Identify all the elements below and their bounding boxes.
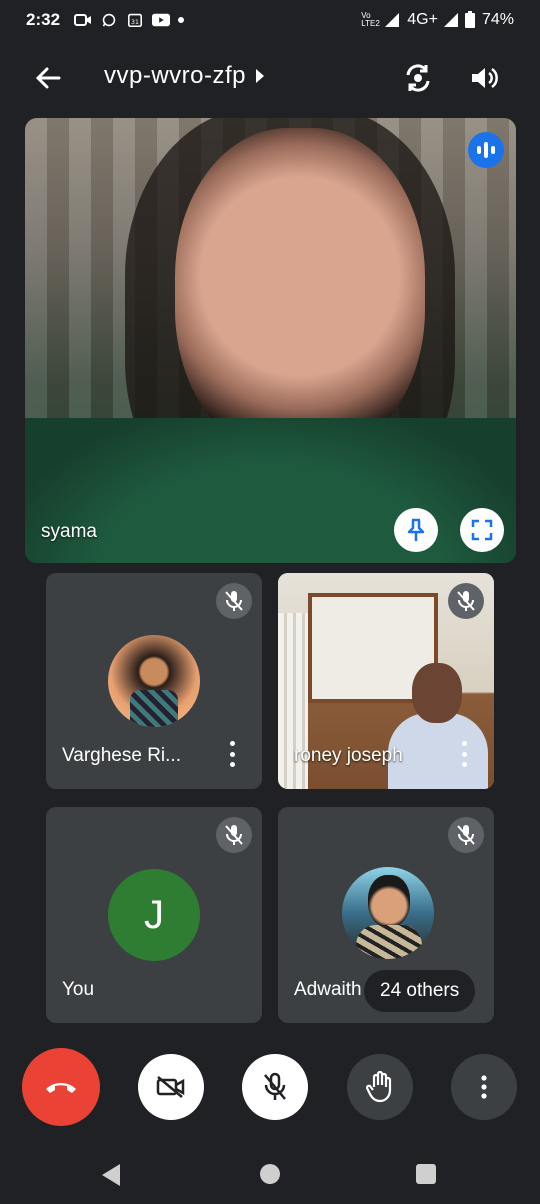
avatar	[108, 635, 200, 727]
mic-off-indicator	[216, 583, 252, 619]
back-button[interactable]	[30, 60, 66, 96]
system-indicators: Vo LTE2 4G+ 74%	[361, 11, 514, 29]
arrow-back-icon	[35, 67, 61, 89]
nav-back-icon[interactable]	[102, 1164, 120, 1186]
meeting-code[interactable]: vvp-wvro-zfp	[104, 62, 265, 90]
main-participant-name: syama	[41, 521, 97, 542]
mic-off-icon	[225, 591, 243, 611]
camera-toggle-button[interactable]	[138, 1054, 204, 1120]
mic-toggle-button[interactable]	[242, 1054, 308, 1120]
speaker-icon	[472, 67, 498, 89]
mic-off-icon	[457, 591, 475, 611]
nav-recents-icon[interactable]	[416, 1164, 436, 1184]
caret-right-icon	[256, 69, 265, 83]
participant-tile-self[interactable]: J You	[46, 807, 262, 1023]
video-person	[388, 663, 494, 789]
switch-camera-icon	[406, 64, 430, 92]
mic-off-indicator	[216, 817, 252, 853]
participant-name: You	[62, 979, 95, 1000]
meeting-code-text: vvp-wvro-zfp	[104, 62, 247, 89]
svg-text:31: 31	[131, 19, 139, 26]
speaking-indicator-icon	[468, 132, 504, 168]
participant-name: Varghese Ri...	[62, 745, 181, 766]
signal-icon	[385, 13, 400, 27]
nav-home-icon[interactable]	[260, 1164, 280, 1184]
more-options-button[interactable]	[460, 741, 468, 767]
more-vertical-icon	[481, 1075, 487, 1099]
end-call-button[interactable]	[22, 1048, 100, 1126]
mic-off-icon	[225, 825, 243, 845]
others-count-chip[interactable]: 24 others	[364, 970, 476, 1012]
volte-label: Vo LTE2	[361, 11, 380, 28]
hand-icon	[366, 1071, 392, 1103]
participant-tile[interactable]: Varghese Ri...	[46, 573, 262, 789]
more-options-button[interactable]	[451, 1054, 517, 1120]
battery-percent: 74%	[481, 11, 514, 28]
video-face	[175, 128, 425, 458]
participant-tile[interactable]: roney joseph	[278, 573, 494, 789]
mic-off-indicator	[448, 817, 484, 853]
dot-icon	[178, 17, 185, 23]
mic-off-icon	[457, 825, 475, 845]
participant-name: roney joseph	[294, 745, 403, 766]
video-body	[25, 418, 516, 563]
video-icon	[74, 14, 92, 26]
main-speaker-tile[interactable]: syama	[25, 118, 516, 563]
fullscreen-icon	[471, 519, 493, 541]
pin-icon	[407, 518, 425, 541]
avatar-initial: J	[108, 869, 200, 961]
network-type: 4G+	[407, 11, 438, 28]
notification-icons: 31	[74, 13, 185, 27]
mic-off-indicator	[448, 583, 484, 619]
call-controls	[0, 1044, 540, 1126]
whatsapp-icon	[102, 13, 116, 27]
youtube-icon	[152, 13, 171, 27]
fullscreen-button[interactable]	[460, 508, 504, 552]
avatar	[342, 867, 434, 959]
signal-icon-2	[443, 13, 458, 27]
participant-name: Adwaith	[294, 979, 362, 1000]
calendar-icon: 31	[128, 13, 143, 27]
camera-off-icon	[156, 1076, 185, 1098]
more-options-button[interactable]	[228, 741, 236, 767]
mic-off-icon	[264, 1072, 286, 1100]
pin-button[interactable]	[394, 508, 438, 552]
status-time: 2:32	[26, 10, 61, 29]
status-bar: 2:32 31 Vo LTE2 4G+ 74%	[0, 0, 540, 40]
battery-icon	[464, 11, 475, 28]
switch-camera-button[interactable]	[398, 58, 438, 98]
audio-output-button[interactable]	[464, 58, 504, 98]
phone-hangup-icon	[46, 1083, 76, 1093]
raise-hand-button[interactable]	[347, 1054, 413, 1120]
meeting-header: vvp-wvro-zfp	[0, 48, 540, 106]
system-nav-bar	[0, 1144, 540, 1204]
